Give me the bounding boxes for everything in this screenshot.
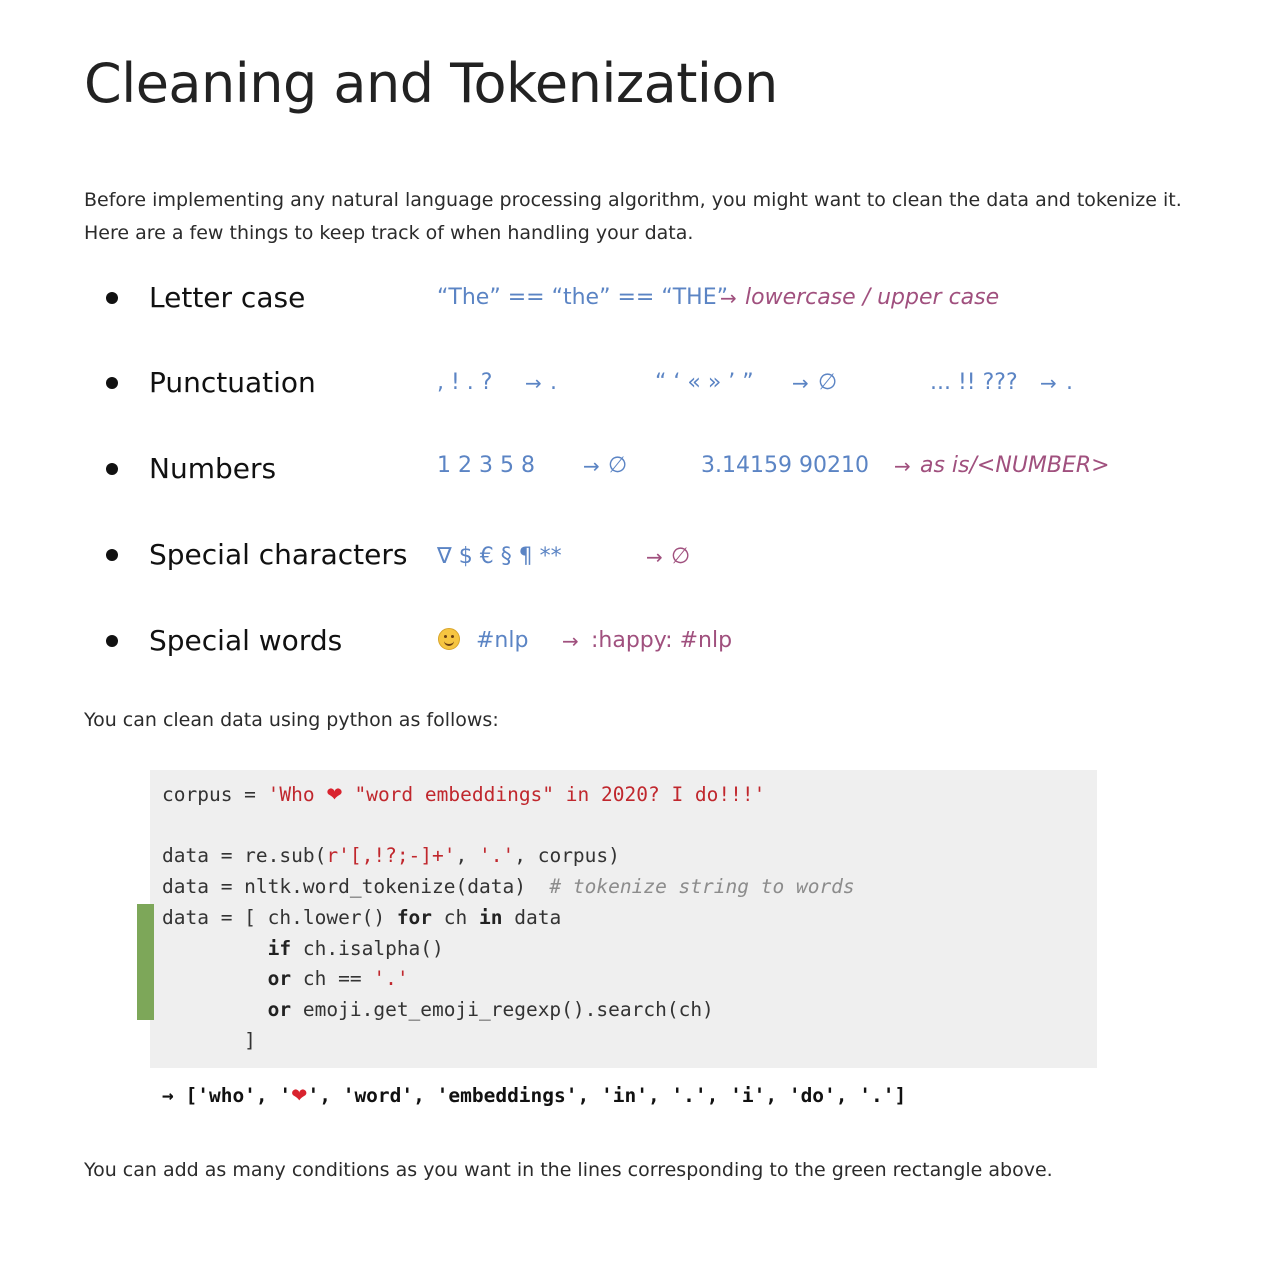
letter-case-example: “The” == “the” == “THE” (437, 285, 728, 310)
bullet-punctuation: Punctuation , ! . ? → . “ ‘ « » ’ ” → ∅ … (0, 361, 1282, 405)
bullet-term: Special words (149, 624, 343, 657)
code-text: data = [ ch.lower() (162, 906, 397, 929)
bullet-special-characters: Special characters ∇ $ € § ¶ ** → ∅ (0, 533, 1282, 577)
heart-icon: ❤ (326, 783, 343, 806)
python-intro-text: You can clean data using python as follo… (84, 709, 499, 731)
letter-case-result: lowercase / upper case (745, 285, 1000, 310)
punctuation-result-3: . (1066, 370, 1073, 395)
intro-line-2: Here are a few things to keep track of w… (84, 222, 694, 244)
bullet-letter-case: Letter case “The” == “the” == “THE” → lo… (0, 276, 1282, 320)
code-keyword: or (267, 967, 292, 990)
punctuation-result-1: . (550, 370, 557, 395)
code-string: '.' (373, 967, 409, 990)
code-keyword: for (396, 906, 433, 929)
code-comment: # tokenize string to words (549, 875, 855, 898)
code-keyword: if (267, 937, 292, 960)
code-text: emoji.get_emoji_regexp().search(ch) (291, 998, 714, 1021)
arrow-icon: → (720, 286, 737, 310)
code-text: ch (432, 906, 480, 929)
code-line-4: data = nltk.word_tokenize(data) # tokeni… (162, 872, 855, 902)
numbers-group-1: 1 2 3 5 8 (437, 453, 535, 478)
code-text: data (502, 906, 562, 929)
code-line-1: corpus = 'Who ❤ "word embeddings" in 202… (162, 780, 765, 810)
bullet-dot (106, 463, 118, 475)
code-string: "word embeddings" in 2020? I do!!!' (342, 783, 766, 806)
arrow-icon: → (1040, 371, 1057, 395)
bullet-term: Punctuation (149, 366, 316, 399)
special-characters-group: ∇ $ € § ¶ ** (437, 544, 562, 569)
punctuation-group-1: , ! . ? (437, 370, 493, 395)
intro-line-1: Before implementing any natural language… (84, 189, 1182, 211)
special-characters-result: ∅ (671, 544, 691, 569)
code-line-9: ] (162, 1029, 256, 1052)
heart-icon: ❤ (291, 1084, 308, 1107)
code-text: data = re.sub( (162, 844, 327, 867)
punctuation-result-2: ∅ (818, 370, 838, 395)
arrow-icon: → (525, 371, 542, 395)
bullet-dot (106, 549, 118, 561)
bullet-numbers: Numbers 1 2 3 5 8 → ∅ 3.14159 90210 → as… (0, 447, 1282, 491)
arrow-icon: → (792, 371, 809, 395)
code-line-5: data = [ ch.lower() for ch in data (162, 903, 561, 933)
bullet-dot (106, 377, 118, 389)
bullet-dot (106, 292, 118, 304)
code-string: 'Who (267, 783, 327, 806)
punctuation-group-3: ... !! ??? (930, 370, 1018, 395)
code-line-7: or ch == '.' (162, 964, 409, 994)
highlight-bar (137, 904, 154, 1020)
code-text: data = nltk.word_tokenize(data) (162, 875, 550, 898)
code-string: '.' (479, 844, 515, 867)
smiley-emoji-icon (438, 619, 460, 663)
outro-paragraph: You can add as many conditions as you wa… (84, 1159, 1053, 1181)
code-keyword: or (267, 998, 292, 1021)
arrow-icon: → (562, 629, 579, 653)
code-text: ch.isalpha() (291, 937, 444, 960)
intro-paragraph: Before implementing any natural language… (84, 184, 1182, 250)
code-text: corpus = (162, 783, 268, 806)
code-text: , (455, 844, 479, 867)
bullet-term: Numbers (149, 452, 277, 485)
bullet-term: Letter case (149, 281, 306, 314)
code-line-6: if ch.isalpha() (162, 934, 444, 964)
bullet-special-words: Special words #nlp → :happy: #nlp (0, 619, 1282, 663)
bullet-dot (106, 635, 118, 647)
special-words-hashtag: #nlp (476, 628, 529, 653)
punctuation-group-2: “ ‘ « » ’ ” (655, 370, 754, 395)
code-text: ch == (291, 967, 374, 990)
special-words-result: :happy: #nlp (591, 628, 733, 653)
code-line-3: data = re.sub(r'[,!?;-]+', '.', corpus) (162, 841, 620, 871)
bullet-term: Special characters (149, 538, 408, 571)
numbers-result-2: as is/<NUMBER> (920, 453, 1110, 478)
output-text: ', 'word', 'embeddings', 'in', '.', 'i',… (307, 1084, 907, 1107)
arrow-icon: → (646, 545, 663, 569)
code-text: , corpus) (514, 844, 620, 867)
numbers-group-2: 3.14159 90210 (701, 453, 869, 478)
code-line-8: or emoji.get_emoji_regexp().search(ch) (162, 995, 714, 1025)
numbers-result-1: ∅ (608, 453, 628, 478)
output-text: → ['who', ' (162, 1084, 292, 1107)
arrow-icon: → (894, 454, 911, 478)
code-string: r'[,!?;-]+' (326, 844, 456, 867)
arrow-icon: → (583, 454, 600, 478)
code-output: → ['who', '❤', 'word', 'embeddings', 'in… (162, 1081, 906, 1111)
page-title: Cleaning and Tokenization (84, 52, 778, 115)
code-keyword: in (479, 906, 503, 929)
